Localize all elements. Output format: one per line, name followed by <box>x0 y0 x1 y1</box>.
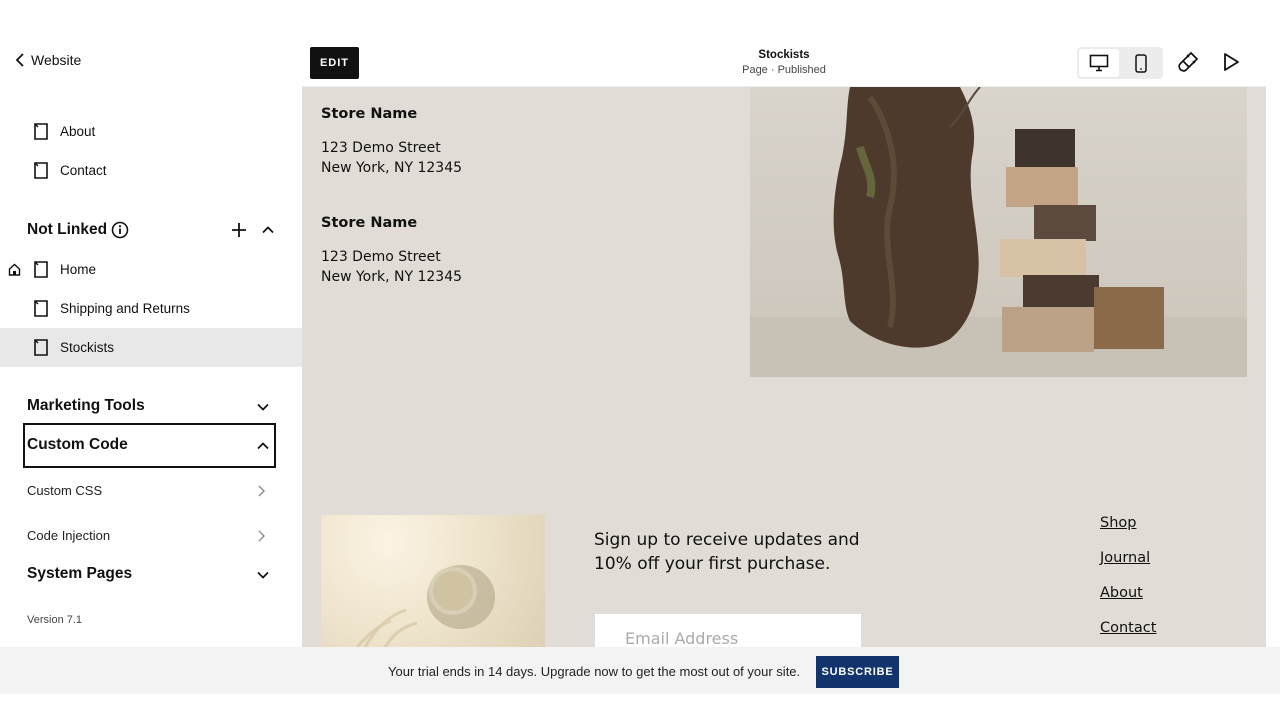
store-city: New York, NY 12345 <box>321 269 463 285</box>
page-icon <box>34 339 48 356</box>
page-status: Page · Published <box>742 64 826 76</box>
preview-toolbar: EDIT Stockists Page · Published <box>302 38 1266 87</box>
subscribe-button[interactable]: SUBSCRIBE <box>816 656 899 688</box>
code-injection-label: Code Injection <box>27 528 111 543</box>
sidebar-item-home[interactable]: Home <box>0 250 302 289</box>
sidebar-item-label: About <box>60 124 96 139</box>
footer-link-contact[interactable]: Contact <box>1100 620 1156 636</box>
sidebar-item-stockists[interactable]: Stockists <box>0 328 302 367</box>
custom-code-heading: Custom Code <box>27 436 128 453</box>
desktop-view-button[interactable] <box>1079 49 1119 77</box>
marketing-tools-heading: Marketing Tools <box>27 397 145 414</box>
chevron-down-icon <box>257 403 269 411</box>
device-toggle <box>1077 47 1163 79</box>
home-icon <box>8 263 21 276</box>
mobile-view-button[interactable] <box>1121 49 1161 77</box>
app-root: Website About Contact Not Linked Home Sh… <box>0 0 1280 720</box>
chevron-left-icon <box>15 53 24 67</box>
newsletter-text: Sign up to receive updates and 10% off y… <box>594 530 860 574</box>
mobile-icon <box>1135 53 1147 73</box>
preview-play-icon[interactable] <box>1220 51 1242 73</box>
store-street: 123 Demo Street <box>321 140 441 156</box>
system-pages-toggle[interactable]: System Pages <box>0 555 302 595</box>
chevron-up-icon <box>257 442 269 450</box>
not-linked-heading: Not Linked <box>27 221 108 238</box>
page-icon <box>34 261 48 278</box>
page-icon <box>34 162 48 179</box>
sidebar-item-label: Contact <box>60 163 107 178</box>
custom-code-toggle[interactable]: Custom Code <box>0 426 302 466</box>
sidebar-item-about[interactable]: About <box>0 112 302 151</box>
footer-link-journal[interactable]: Journal <box>1100 550 1150 566</box>
trial-banner: Your trial ends in 14 days. Upgrade now … <box>0 647 1280 694</box>
sidebar-item-contact[interactable]: Contact <box>0 151 302 190</box>
custom-css-label: Custom CSS <box>27 483 103 498</box>
page-title: Stockists <box>758 49 810 61</box>
soap-dish-photo <box>355 565 495 647</box>
desktop-icon <box>1089 54 1109 72</box>
soap-bark-photo <box>750 87 1247 377</box>
back-to-website-button[interactable]: Website <box>13 52 81 68</box>
back-label: Website <box>31 52 82 68</box>
chevron-up-icon[interactable] <box>261 223 275 237</box>
sidebar: Website About Contact Not Linked Home Sh… <box>0 0 302 647</box>
store-name: Store Name <box>321 106 418 122</box>
sidebar-item-label: Stockists <box>60 340 115 355</box>
page-preview: EDIT Stockists Page · Published Store Na… <box>302 38 1266 647</box>
footer-link-shop[interactable]: Shop <box>1100 515 1136 531</box>
trial-banner-text: Your trial ends in 14 days. Upgrade now … <box>388 664 801 679</box>
store-street: 123 Demo Street <box>321 249 441 265</box>
store-block: Store Name 123 Demo Street New York, NY … <box>321 106 462 178</box>
chevron-down-icon <box>257 571 269 579</box>
paintbrush-icon[interactable] <box>1177 51 1199 73</box>
email-input[interactable] <box>595 614 861 647</box>
system-pages-heading: System Pages <box>27 565 133 582</box>
store-city: New York, NY 12345 <box>321 160 463 176</box>
page-info: Stockists Page · Published <box>684 49 884 76</box>
version-label: Version 7.1 <box>27 614 83 626</box>
store-name: Store Name <box>321 215 418 231</box>
footer-image <box>321 515 545 647</box>
marketing-tools-toggle[interactable]: Marketing Tools <box>0 387 302 427</box>
edit-button[interactable]: EDIT <box>310 47 359 79</box>
page-icon <box>34 123 48 140</box>
footer-link-about[interactable]: About <box>1100 585 1143 601</box>
custom-css-link[interactable]: Custom CSS <box>27 483 277 498</box>
chevron-right-icon <box>258 485 265 497</box>
sidebar-item-label: Home <box>60 262 97 277</box>
sidebar-item-label: Shipping and Returns <box>60 301 190 316</box>
sidebar-item-shipping-and-returns[interactable]: Shipping and Returns <box>0 289 302 328</box>
chevron-right-icon <box>258 530 265 542</box>
page-icon <box>34 300 48 317</box>
store-block: Store Name 123 Demo Street New York, NY … <box>321 215 462 287</box>
add-page-icon[interactable] <box>230 221 248 239</box>
code-injection-link[interactable]: Code Injection <box>27 528 277 543</box>
info-icon[interactable] <box>111 221 129 239</box>
hero-image <box>750 87 1247 377</box>
email-field-wrapper <box>594 613 862 647</box>
